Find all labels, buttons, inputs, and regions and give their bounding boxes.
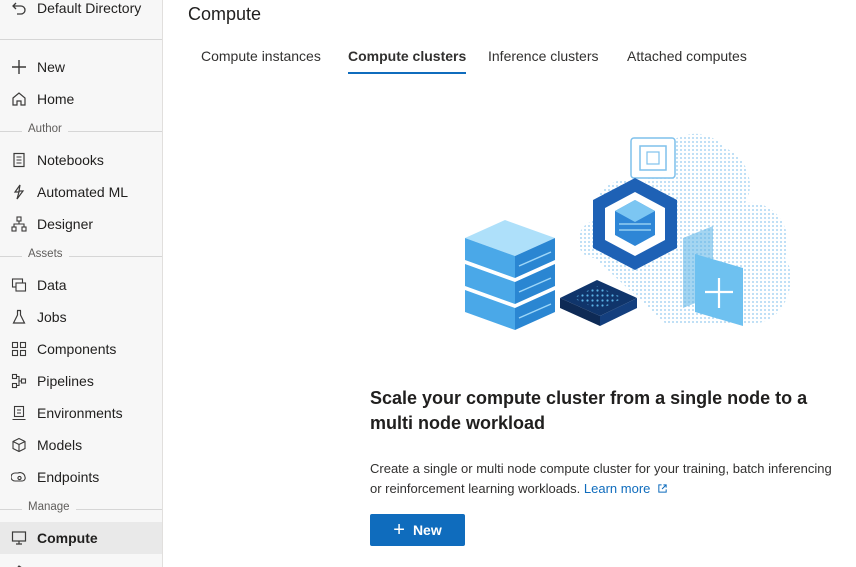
nav-label: Data bbox=[37, 277, 67, 293]
nav-label: Environments bbox=[37, 405, 123, 421]
endpoints-icon bbox=[10, 468, 28, 486]
environments-icon bbox=[10, 404, 28, 422]
nav-label: Jobs bbox=[37, 309, 67, 325]
section-label: Author bbox=[22, 123, 68, 135]
nav-compute[interactable]: Compute bbox=[0, 522, 162, 554]
divider bbox=[0, 39, 162, 40]
nav-components[interactable]: Components bbox=[0, 333, 162, 365]
active-tab-indicator bbox=[348, 72, 467, 74]
monitor-icon bbox=[10, 529, 28, 547]
nav-models[interactable]: Models bbox=[0, 429, 162, 461]
components-icon bbox=[10, 340, 28, 358]
flask-icon bbox=[10, 308, 28, 326]
nav-designer[interactable]: Designer bbox=[0, 208, 162, 240]
nav-automated-ml[interactable]: Automated ML bbox=[0, 176, 162, 208]
new-compute-cluster-button[interactable]: + New bbox=[370, 514, 465, 546]
back-arrow-icon bbox=[10, 0, 28, 17]
nav-jobs[interactable]: Jobs bbox=[0, 301, 162, 333]
nav-new[interactable]: New bbox=[0, 51, 162, 83]
tab-compute-clusters[interactable]: Compute clusters bbox=[348, 44, 467, 80]
plus-icon bbox=[10, 58, 28, 76]
nav-label: Pipelines bbox=[37, 373, 94, 389]
tab-compute-instances[interactable]: Compute instances bbox=[201, 44, 321, 80]
nav-label: Compute bbox=[37, 530, 98, 546]
tab-label: Attached computes bbox=[627, 48, 747, 64]
partial-nav-icon bbox=[12, 559, 28, 567]
section-manage: Manage bbox=[0, 500, 162, 518]
learn-more-link[interactable]: Learn more bbox=[584, 481, 668, 496]
nav-label: Automated ML bbox=[37, 184, 129, 200]
pipelines-icon bbox=[10, 372, 28, 390]
compute-cluster-illustration bbox=[455, 108, 805, 345]
cube-icon bbox=[10, 436, 28, 454]
section-author: Author bbox=[0, 122, 162, 140]
designer-icon bbox=[10, 215, 28, 233]
data-icon bbox=[10, 276, 28, 294]
tab-label: Compute clusters bbox=[348, 48, 467, 64]
nav-data[interactable]: Data bbox=[0, 269, 162, 301]
empty-state-headline: Scale your compute cluster from a single… bbox=[370, 388, 808, 433]
nav-label: Components bbox=[37, 341, 117, 357]
tab-label: Inference clusters bbox=[488, 48, 599, 64]
external-link-icon bbox=[658, 484, 667, 493]
notebook-icon bbox=[10, 151, 28, 169]
nav-notebooks[interactable]: Notebooks bbox=[0, 144, 162, 176]
directory-label: Default Directory bbox=[37, 0, 142, 16]
button-label: New bbox=[412, 522, 442, 538]
nav-label: Endpoints bbox=[37, 469, 100, 485]
empty-state-description: Create a single or multi node compute cl… bbox=[370, 459, 840, 499]
nav-home[interactable]: Home bbox=[0, 83, 162, 115]
nav-label: Models bbox=[37, 437, 83, 453]
directory-switcher[interactable]: Default Directory bbox=[0, 0, 162, 24]
section-assets: Assets bbox=[0, 247, 162, 265]
nav-label: Designer bbox=[37, 216, 94, 232]
nav-label: New bbox=[37, 59, 66, 75]
tab-label: Compute instances bbox=[201, 48, 321, 64]
nav-pipelines[interactable]: Pipelines bbox=[0, 365, 162, 397]
home-icon bbox=[10, 90, 28, 108]
nav-environments[interactable]: Environments bbox=[0, 397, 162, 429]
plus-icon: + bbox=[393, 519, 405, 541]
nav-label: Notebooks bbox=[37, 152, 104, 168]
section-label: Assets bbox=[22, 248, 69, 260]
learn-more-label: Learn more bbox=[583, 481, 651, 496]
nav-label: Home bbox=[37, 91, 75, 107]
tab-attached-computes[interactable]: Attached computes bbox=[627, 44, 747, 80]
section-label: Manage bbox=[22, 501, 76, 513]
nav-endpoints[interactable]: Endpoints bbox=[0, 461, 162, 493]
tab-inference-clusters[interactable]: Inference clusters bbox=[488, 44, 599, 80]
automated-ml-icon bbox=[10, 183, 28, 201]
page-title: Compute bbox=[188, 4, 262, 24]
left-navigation: Default Directory New Home Author Notebo… bbox=[0, 0, 163, 567]
